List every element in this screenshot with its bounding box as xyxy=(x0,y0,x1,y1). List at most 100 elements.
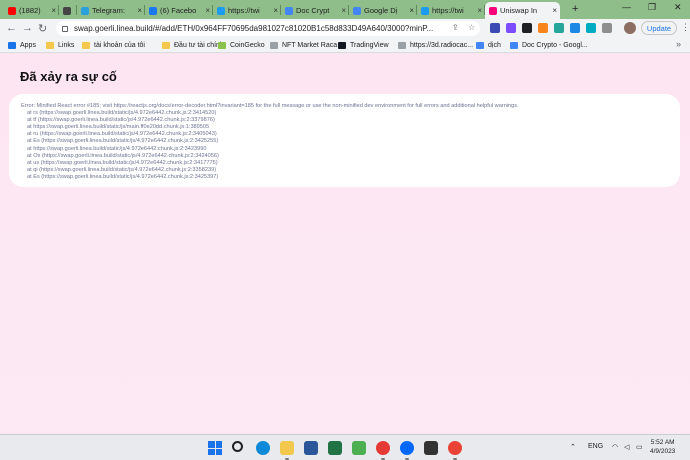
file-explorer-icon[interactable] xyxy=(280,441,294,455)
forward-icon[interactable]: → xyxy=(22,22,33,34)
bookmark-item[interactable]: https://3d.radiocac... xyxy=(398,40,473,51)
bookmark-star-icon[interactable]: ☆ xyxy=(468,23,475,32)
folder-icon xyxy=(162,42,170,49)
browser-tab[interactable]: https://twi × xyxy=(417,2,485,19)
clock-date: 4/9/2023 xyxy=(650,448,676,455)
lock-icon[interactable] xyxy=(62,25,68,32)
stack-trace: at rs (https://swap.goerli.linea.build/s… xyxy=(21,110,668,181)
metamask-icon[interactable] xyxy=(538,23,548,33)
edge-icon[interactable] xyxy=(256,441,270,455)
address-bar[interactable]: swap.goerli.linea.build/#/add/ETH/0x964F… xyxy=(56,21,480,36)
reload-icon[interactable]: ↻ xyxy=(38,22,47,35)
volume-icon[interactable]: ◁ xyxy=(624,443,629,451)
extensions-puzzle-icon[interactable] xyxy=(602,23,612,33)
share-icon[interactable]: ⇪ xyxy=(452,23,459,32)
bookmark-label: TradingView xyxy=(350,42,389,49)
browser-tab[interactable]: (6) Facebo × xyxy=(145,2,213,19)
close-tab-icon[interactable]: × xyxy=(552,6,557,15)
extension-icon[interactable] xyxy=(586,23,596,33)
browser-tab[interactable]: (1882) × xyxy=(4,2,59,19)
extension-icon[interactable] xyxy=(570,23,580,33)
close-tab-icon[interactable]: × xyxy=(409,6,414,15)
bookmark-label: Apps xyxy=(20,42,36,49)
tab-title: https://twi xyxy=(228,6,260,15)
browser-tab[interactable]: Google Dị × xyxy=(349,2,417,19)
error-message: Error: Minified React error #185; visit … xyxy=(21,103,519,109)
browser-tab[interactable]: Uniswap In × xyxy=(485,2,560,19)
page-content: Đã xảy ra sự cố Error: Minified React er… xyxy=(0,54,690,434)
language-indicator[interactable]: ENG xyxy=(588,443,603,450)
tab-title: (1882) xyxy=(19,6,41,15)
bookmark-item[interactable]: tài khoản của tôi xyxy=(82,40,145,51)
close-window-button[interactable]: ✕ xyxy=(674,2,682,13)
bookmark-item[interactable]: TradingView xyxy=(338,40,389,51)
tab-strip: + — ❐ ✕ (1882) × Telegram: × (6) Facebo × http… xyxy=(0,0,690,19)
search-icon[interactable] xyxy=(232,441,243,452)
folder-icon xyxy=(46,42,54,49)
bookmarks-more-icon[interactable]: » xyxy=(676,39,681,49)
tab-title: https://twi xyxy=(432,6,464,15)
favicon-icon xyxy=(81,6,89,15)
excel-icon[interactable] xyxy=(328,441,342,455)
update-button[interactable]: Update xyxy=(641,21,677,35)
new-tab-button[interactable]: + xyxy=(572,3,578,15)
bookmark-item[interactable]: Đầu tư tài chính xyxy=(162,40,224,51)
menu-kebab-icon[interactable]: ⋮ xyxy=(681,22,690,33)
stack-trace-line: at qi (https://swap.goerli.linea.build/s… xyxy=(27,166,217,173)
bookmark-item[interactable]: CoinGecko xyxy=(218,40,265,51)
windows-start-icon[interactable] xyxy=(208,441,222,455)
close-tab-icon[interactable]: × xyxy=(51,6,56,15)
browser-tab[interactable]: https://twi × xyxy=(213,2,281,19)
apps-icon xyxy=(8,42,16,49)
bookmark-item[interactable]: Apps xyxy=(8,40,36,51)
back-icon[interactable]: ← xyxy=(6,22,17,34)
browser-tab[interactable] xyxy=(59,2,77,19)
close-tab-icon[interactable]: × xyxy=(205,6,210,15)
close-tab-icon[interactable]: × xyxy=(273,6,278,15)
chrome-icon[interactable] xyxy=(376,441,390,455)
bookmark-item[interactable]: dịch xyxy=(476,40,501,51)
bookmark-label: tài khoản của tôi xyxy=(94,42,145,49)
browser-tab[interactable]: Doc Crypt × xyxy=(281,2,349,19)
favicon-icon xyxy=(149,6,157,15)
profile-avatar[interactable] xyxy=(624,22,636,34)
favicon-icon xyxy=(353,6,361,15)
bookmark-label: dịch xyxy=(488,42,501,49)
extension-icon[interactable] xyxy=(506,23,516,33)
bookmark-item[interactable]: Links xyxy=(46,40,74,51)
close-tab-icon[interactable]: × xyxy=(477,6,482,15)
tab-title: Telegram: xyxy=(92,6,125,15)
extension-icon[interactable] xyxy=(554,23,564,33)
browser-tab[interactable]: Telegram: × xyxy=(77,2,145,19)
minimize-button[interactable]: — xyxy=(622,2,631,12)
tradingview-icon xyxy=(338,42,346,49)
bookmark-label: Doc Crypto - Googl... xyxy=(522,42,588,49)
extension-icon[interactable] xyxy=(490,23,500,33)
close-tab-icon[interactable]: × xyxy=(137,6,142,15)
chrome-profile-icon[interactable] xyxy=(448,441,462,455)
maximize-button[interactable]: ❐ xyxy=(648,2,656,13)
bookmark-label: Đầu tư tài chính xyxy=(174,42,224,49)
favicon-icon xyxy=(489,6,497,15)
tray-chevron-icon[interactable]: ⌃ xyxy=(570,443,576,451)
tab-title: Google Dị xyxy=(364,6,398,15)
word-icon[interactable] xyxy=(304,441,318,455)
bookmark-item[interactable]: Doc Crypto - Googl... xyxy=(510,40,588,51)
stack-trace-line: at Es (https://swap.goerli.linea.build/s… xyxy=(27,173,219,180)
close-tab-icon[interactable]: × xyxy=(341,6,346,15)
bookmark-label: CoinGecko xyxy=(230,42,265,49)
bookmark-item[interactable]: NFT Market Raca xyxy=(270,40,337,51)
wifi-icon[interactable]: ◠ xyxy=(612,443,618,451)
favicon-icon xyxy=(421,6,429,15)
favicon-icon xyxy=(285,6,293,15)
badge-app-icon[interactable] xyxy=(424,441,438,455)
battery-icon[interactable]: ▭ xyxy=(636,443,643,451)
tab-title: Uniswap In xyxy=(500,6,538,15)
stack-trace-line: at tf (https://swap.goerli.linea.build/s… xyxy=(27,117,215,124)
extension-icon[interactable] xyxy=(522,23,532,33)
favicon-icon xyxy=(8,6,16,15)
browser-toolbar: ← → ↻ swap.goerli.linea.build/#/add/ETH/… xyxy=(0,19,690,38)
clock[interactable]: 5:52 AM 4/9/2023 xyxy=(650,438,675,456)
zalo-icon[interactable] xyxy=(400,441,414,455)
app-icon[interactable] xyxy=(352,441,366,455)
